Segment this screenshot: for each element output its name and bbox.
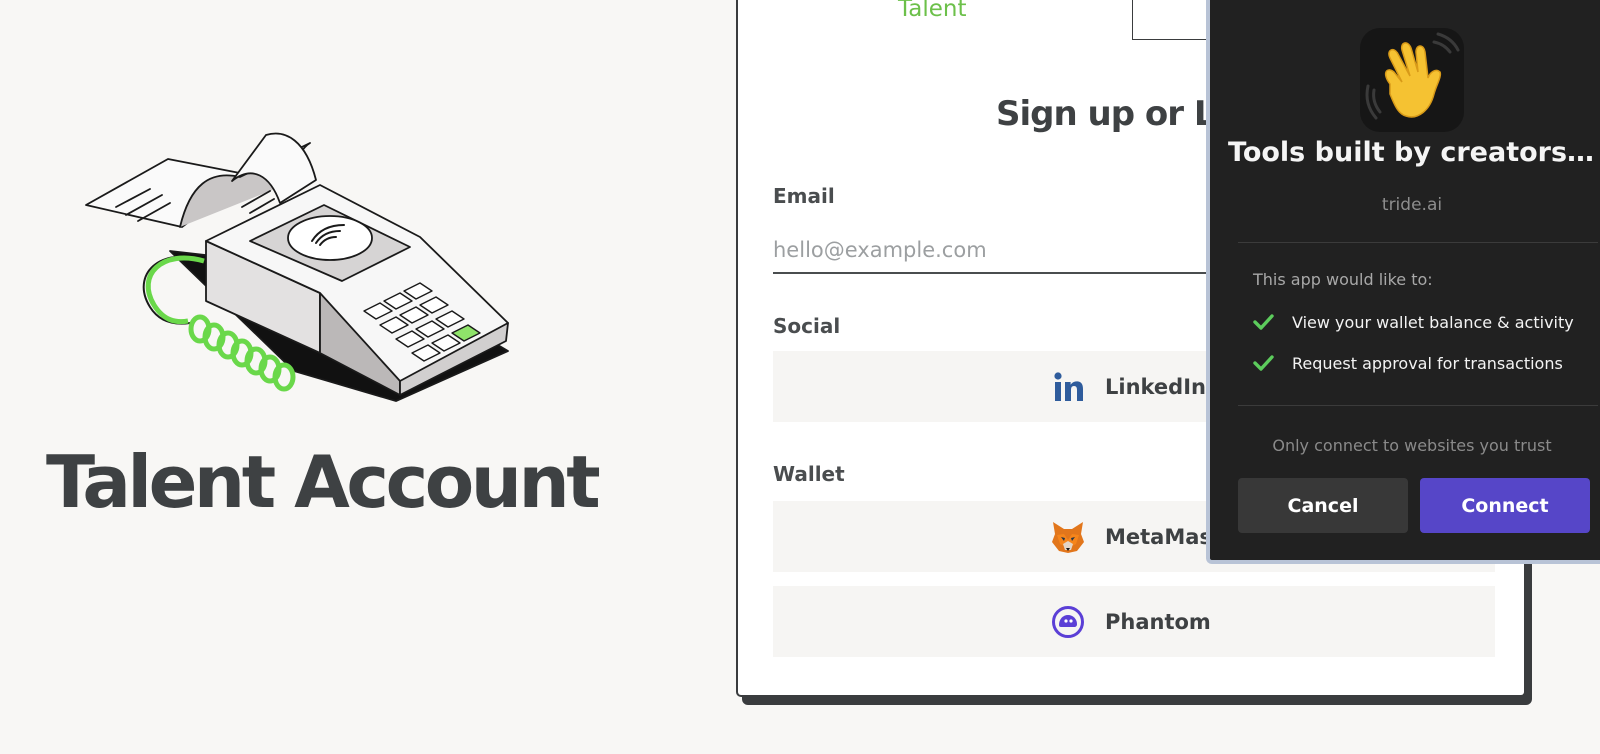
wallet-label: Wallet: [773, 462, 845, 486]
payment-terminal-illustration: [85, 132, 509, 402]
metamask-fox-icon: [1052, 522, 1084, 553]
permission-item: View your wallet balance & activity: [1253, 310, 1574, 334]
checkmark-icon: [1253, 314, 1274, 330]
permission-text: Request approval for transactions: [1292, 353, 1563, 373]
app-icon: [1360, 28, 1464, 132]
cancel-button[interactable]: Cancel: [1238, 478, 1408, 533]
divider: [1238, 242, 1598, 243]
wallet-connect-popup: Tools built by creators, f... tride.ai T…: [1206, 0, 1600, 564]
permission-text: View your wallet balance & activity: [1292, 312, 1574, 332]
linkedin-label: LinkedIn: [1105, 375, 1206, 399]
linkedin-icon: [1054, 372, 1083, 401]
email-label: Email: [773, 184, 835, 208]
hero-title: Talent Account: [46, 440, 601, 524]
permissions-heading: This app would like to:: [1253, 270, 1433, 289]
phantom-ghost-icon: [1052, 606, 1084, 638]
trust-note: Only connect to websites you trust: [1272, 436, 1552, 455]
brand-name[interactable]: Talent: [898, 0, 966, 22]
connect-button[interactable]: Connect: [1420, 478, 1590, 533]
metamask-label: MetaMasl: [1105, 525, 1220, 549]
divider: [1238, 405, 1598, 406]
popup-title: Tools built by creators, f...: [1228, 137, 1596, 168]
permission-item: Request approval for transactions: [1253, 351, 1563, 375]
social-label: Social: [773, 314, 841, 338]
auth-heading: Sign up or Lo: [996, 94, 1238, 134]
checkmark-icon: [1253, 355, 1274, 371]
phantom-button[interactable]: Phantom: [773, 586, 1495, 657]
phantom-label: Phantom: [1105, 610, 1211, 634]
popup-domain: tride.ai: [1381, 195, 1443, 215]
waving-hand-icon: [1365, 32, 1460, 120]
